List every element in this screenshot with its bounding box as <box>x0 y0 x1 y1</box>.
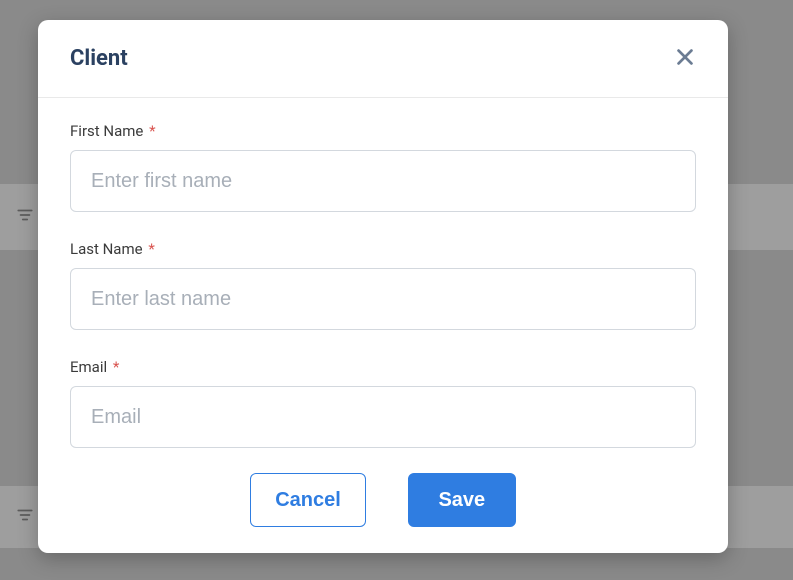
last-name-label: Last Name * <box>70 240 696 258</box>
cancel-button[interactable]: Cancel <box>250 473 366 527</box>
close-button[interactable] <box>670 42 700 75</box>
label-text: Email <box>70 358 107 376</box>
label-text: First Name <box>70 122 143 140</box>
email-input[interactable] <box>70 386 696 448</box>
close-icon <box>674 46 696 71</box>
first-name-group: First Name * <box>70 122 696 212</box>
client-modal: Client First Name * Last Name * <box>38 20 728 553</box>
required-mark: * <box>148 240 154 258</box>
modal-title: Client <box>70 46 128 71</box>
required-mark: * <box>149 122 155 140</box>
email-group: Email * <box>70 358 696 448</box>
modal-header: Client <box>38 20 728 98</box>
email-label: Email * <box>70 358 696 376</box>
filter-icon <box>16 506 34 528</box>
modal-body: First Name * Last Name * Email * <box>38 98 728 455</box>
last-name-group: Last Name * <box>70 240 696 330</box>
save-button[interactable]: Save <box>408 473 516 527</box>
first-name-input[interactable] <box>70 150 696 212</box>
first-name-label: First Name * <box>70 122 696 140</box>
last-name-input[interactable] <box>70 268 696 330</box>
filter-icon <box>16 206 34 228</box>
required-mark: * <box>113 358 119 376</box>
modal-footer: Cancel Save <box>38 455 728 553</box>
label-text: Last Name <box>70 240 143 258</box>
